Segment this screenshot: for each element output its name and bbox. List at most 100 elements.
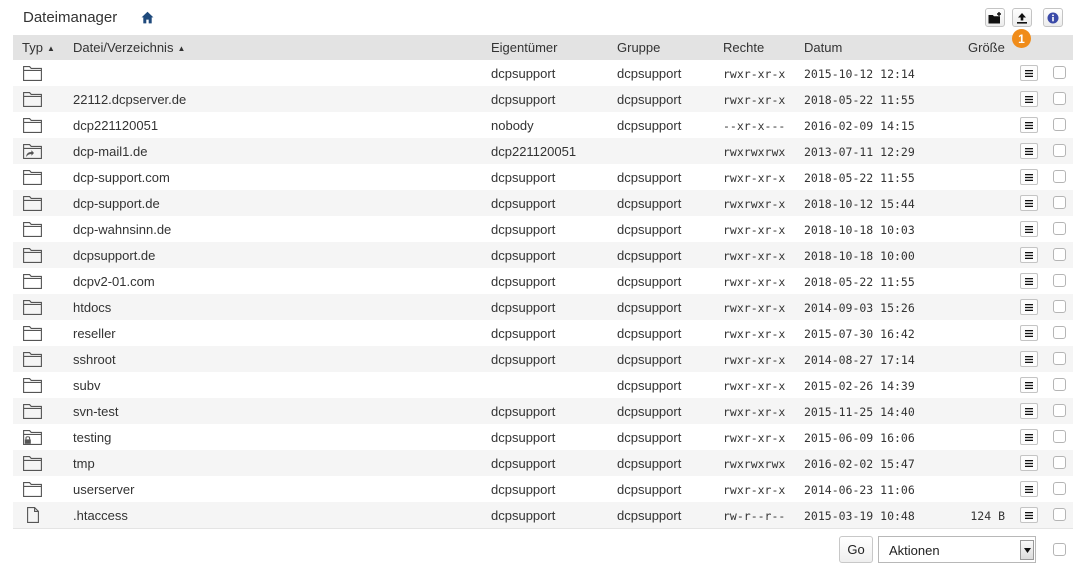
row-menu-button[interactable]	[1020, 325, 1038, 341]
file-name-link[interactable]: .htaccess	[73, 508, 128, 523]
file-name-link[interactable]: dcp-support.de	[73, 196, 160, 211]
page-title: Dateimanager	[23, 9, 118, 26]
row-menu-button[interactable]	[1020, 429, 1038, 445]
file-name-link[interactable]: subv	[73, 378, 100, 393]
folder-icon[interactable]	[23, 169, 42, 185]
row-checkbox[interactable]	[1053, 66, 1066, 79]
file-name-link[interactable]: dcpsupport.de	[73, 248, 155, 263]
folder-icon[interactable]	[23, 65, 42, 81]
file-name-link[interactable]: dcpv2-01.com	[73, 274, 155, 289]
row-checkbox[interactable]	[1053, 248, 1066, 261]
row-checkbox[interactable]	[1053, 222, 1066, 235]
row-checkbox[interactable]	[1053, 378, 1066, 391]
folder-icon[interactable]	[23, 273, 42, 289]
group-cell: dcpsupport	[617, 508, 682, 523]
file-name-link[interactable]: 22112.dcpserver.de	[73, 92, 186, 107]
table-row: dcpsupport.de dcpsupport dcpsupport rwxr-xr…	[13, 242, 1073, 268]
file-name-link[interactable]: testing	[73, 430, 111, 445]
permissions-cell: rwxr-xr-x	[723, 431, 786, 445]
row-menu-button[interactable]	[1020, 455, 1038, 471]
table-row: sshroot dcpsupport dcpsupport rwxr-xr-x 2014…	[13, 346, 1073, 372]
table-row: dcp-support.de dcpsupport dcpsupport rwxrwx…	[13, 190, 1073, 216]
folder-icon[interactable]	[23, 299, 42, 315]
file-name-link[interactable]: htdocs	[73, 300, 111, 315]
new-folder-button[interactable]	[985, 8, 1005, 27]
column-header-group[interactable]: Gruppe	[617, 40, 660, 55]
upload-button[interactable]	[1012, 8, 1032, 27]
row-menu-button[interactable]	[1020, 247, 1038, 263]
row-checkbox[interactable]	[1053, 352, 1066, 365]
row-menu-button[interactable]	[1020, 299, 1038, 315]
column-header-size[interactable]: Größe	[968, 40, 1005, 55]
folder-icon[interactable]	[23, 403, 42, 419]
row-checkbox[interactable]	[1053, 456, 1066, 469]
file-name-link[interactable]: svn-test	[73, 404, 119, 419]
select-all-checkbox[interactable]	[1053, 543, 1066, 556]
date-cell: 2018-05-22 11:55	[804, 275, 915, 289]
column-header-type[interactable]: Typ ▲	[22, 40, 55, 55]
row-checkbox[interactable]	[1053, 300, 1066, 313]
file-name-link[interactable]: tmp	[73, 456, 95, 471]
row-checkbox[interactable]	[1053, 326, 1066, 339]
folder-icon[interactable]	[23, 351, 42, 367]
row-menu-button[interactable]	[1020, 117, 1038, 133]
folder-icon[interactable]	[23, 221, 42, 237]
row-menu-button[interactable]	[1020, 507, 1038, 523]
folder-locked-icon[interactable]	[23, 429, 42, 445]
file-name-link[interactable]: reseller	[73, 326, 116, 341]
folder-icon[interactable]	[23, 91, 42, 107]
date-cell: 2015-07-30 16:42	[804, 327, 915, 341]
file-name-link[interactable]: dcp221120051	[73, 118, 158, 133]
folder-icon[interactable]	[23, 117, 42, 133]
row-menu-button[interactable]	[1020, 377, 1038, 393]
row-checkbox[interactable]	[1053, 404, 1066, 417]
row-checkbox[interactable]	[1053, 144, 1066, 157]
owner-cell: nobody	[491, 118, 534, 133]
actions-select[interactable]: Aktionen	[878, 536, 1036, 563]
menu-icon	[1025, 407, 1033, 415]
folder-icon[interactable]	[23, 481, 42, 497]
folder-icon[interactable]	[23, 195, 42, 211]
row-menu-button[interactable]	[1020, 481, 1038, 497]
row-menu-button[interactable]	[1020, 221, 1038, 237]
column-header-owner[interactable]: Eigentümer	[491, 40, 557, 55]
row-menu-button[interactable]	[1020, 91, 1038, 107]
file-icon[interactable]	[23, 507, 42, 523]
row-checkbox[interactable]	[1053, 170, 1066, 183]
row-checkbox[interactable]	[1053, 274, 1066, 287]
file-name-link[interactable]: dcp-support.com	[73, 170, 170, 185]
file-name-link[interactable]: sshroot	[73, 352, 116, 367]
row-checkbox[interactable]	[1053, 196, 1066, 209]
row-menu-button[interactable]	[1020, 351, 1038, 367]
folder-icon[interactable]	[23, 377, 42, 393]
column-header-name[interactable]: Datei/Verzeichnis ▲	[73, 40, 185, 55]
column-header-permissions[interactable]: Rechte	[723, 40, 764, 55]
folder-icon[interactable]	[23, 455, 42, 471]
row-checkbox[interactable]	[1053, 482, 1066, 495]
file-name-link[interactable]: dcp-wahnsinn.de	[73, 222, 171, 237]
size-cell: 124 B	[970, 509, 1005, 523]
folder-link-icon[interactable]	[23, 143, 42, 159]
go-button[interactable]: Go	[839, 536, 873, 563]
row-checkbox[interactable]	[1053, 92, 1066, 105]
row-menu-button[interactable]	[1020, 143, 1038, 159]
file-name-link[interactable]: userserver	[73, 482, 134, 497]
menu-icon	[1025, 329, 1033, 337]
row-menu-button[interactable]	[1020, 169, 1038, 185]
row-menu-button[interactable]	[1020, 195, 1038, 211]
home-icon[interactable]	[141, 11, 154, 24]
action-footer: Go Aktionen	[0, 536, 1083, 564]
info-button[interactable]	[1043, 8, 1063, 27]
row-menu-button[interactable]	[1020, 403, 1038, 419]
file-name-link[interactable]: dcp-mail1.de	[73, 144, 147, 159]
row-menu-button[interactable]	[1020, 273, 1038, 289]
folder-icon[interactable]	[23, 247, 42, 263]
table-row: testing dcpsupport dcpsupport rwxr-xr-x 2015…	[13, 424, 1073, 450]
row-checkbox[interactable]	[1053, 430, 1066, 443]
row-menu-button[interactable]	[1020, 65, 1038, 81]
menu-icon	[1025, 433, 1033, 441]
column-header-date[interactable]: Datum	[804, 40, 842, 55]
folder-icon[interactable]	[23, 325, 42, 341]
row-checkbox[interactable]	[1053, 508, 1066, 521]
row-checkbox[interactable]	[1053, 118, 1066, 131]
